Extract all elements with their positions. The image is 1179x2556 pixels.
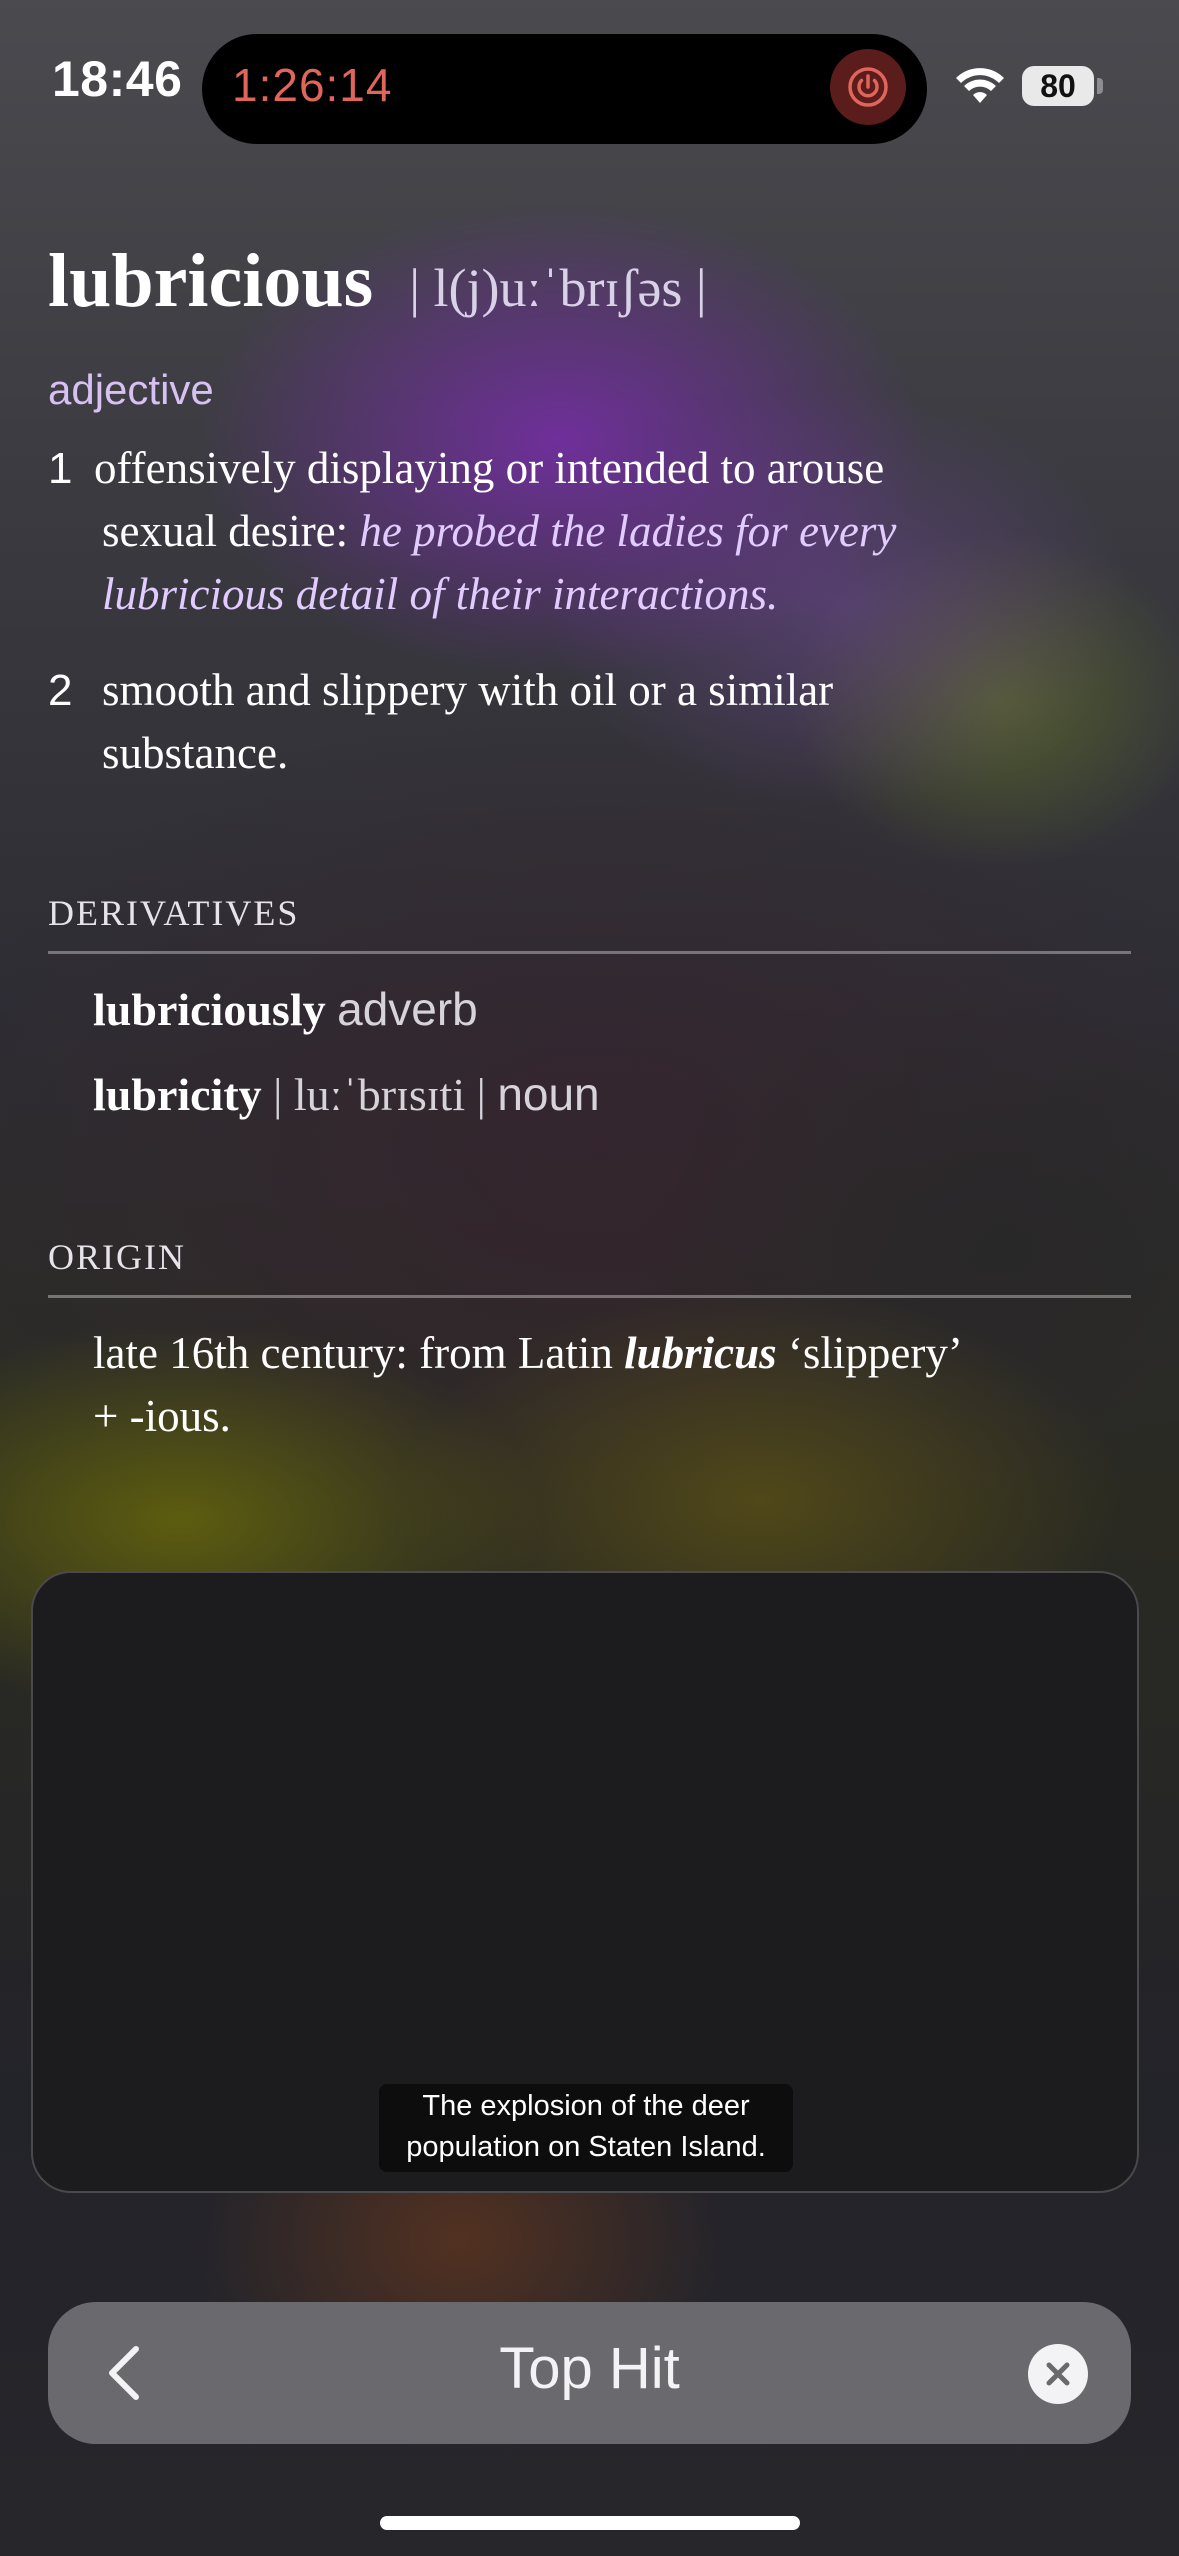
- derivative-pronunciation: | luːˈbrɪsɪti |: [273, 1069, 486, 1120]
- close-icon: [1046, 2362, 1070, 2386]
- sense-definition-continued: substance.: [102, 728, 289, 778]
- origin-gloss: ‘slippery’: [787, 1328, 963, 1378]
- derivative-word: lubricity: [93, 1069, 262, 1120]
- section-divider: [48, 1295, 1131, 1298]
- origin-heading: ORIGIN: [48, 1237, 186, 1277]
- headword-pronunciation: | l(j)uːˈbrɪʃəs |: [409, 258, 707, 318]
- origin-prefix: late 16th century: from Latin: [93, 1328, 613, 1378]
- sense-2: 2 smooth and slippery with oil or a simi…: [48, 659, 1108, 785]
- derivative-item[interactable]: lubricity | luːˈbrɪsɪti | noun: [93, 1067, 600, 1121]
- example-sentence-continued: lubricious detail of their interactions.: [102, 569, 779, 619]
- derivatives-heading: DERIVATIVES: [48, 893, 300, 933]
- derivative-item[interactable]: lubriciously adverb: [93, 982, 478, 1036]
- part-of-speech: adjective: [48, 366, 214, 413]
- power-icon: [848, 67, 888, 107]
- derivative-pos: adverb: [337, 983, 478, 1035]
- headword-line: lubricious | l(j)uːˈbrɪʃəs |: [48, 238, 707, 325]
- headword: lubricious: [48, 239, 374, 323]
- section-divider: [48, 951, 1131, 954]
- sense-number: 2: [48, 666, 73, 715]
- sense-definition-text: sexual desire:: [102, 506, 349, 556]
- caption-line: population on Staten Island.: [406, 2131, 766, 2163]
- sense-definition-line: smooth and slippery with oil or a simila…: [102, 665, 834, 715]
- stop-timer-button[interactable]: [830, 49, 906, 125]
- derivative-word: lubriciously: [93, 984, 326, 1035]
- sense-definition-continued: sexual desire: he probed the ladies for …: [94, 500, 1108, 563]
- wifi-icon: [956, 68, 1004, 103]
- sense-definition-line: offensively displaying or intended to ar…: [94, 443, 885, 493]
- battery-tip: [1097, 78, 1103, 94]
- derivative-pos: noun: [497, 1068, 600, 1120]
- video-caption: The explosion of the deer population on …: [379, 2084, 793, 2172]
- status-time: 18:46: [52, 51, 183, 107]
- caption-line: The explosion of the deer: [422, 2090, 750, 2122]
- origin-continued: + -ious.: [93, 1391, 231, 1441]
- search-query[interactable]: Top Hit: [48, 2335, 1131, 2402]
- origin-text: late 16th century: from Latin lubricus ‘…: [93, 1322, 1123, 1448]
- sense-1: 1 offensively displaying or intended to …: [48, 437, 1108, 626]
- home-indicator[interactable]: [380, 2516, 800, 2530]
- sense-number: 1: [48, 444, 73, 493]
- example-sentence: he probed the ladies for every: [359, 506, 897, 556]
- island-timer: 1:26:14: [232, 59, 393, 111]
- battery-icon: 80: [1022, 66, 1094, 106]
- clear-search-button[interactable]: [1028, 2344, 1088, 2404]
- origin-latin-word: lubricus: [624, 1328, 777, 1378]
